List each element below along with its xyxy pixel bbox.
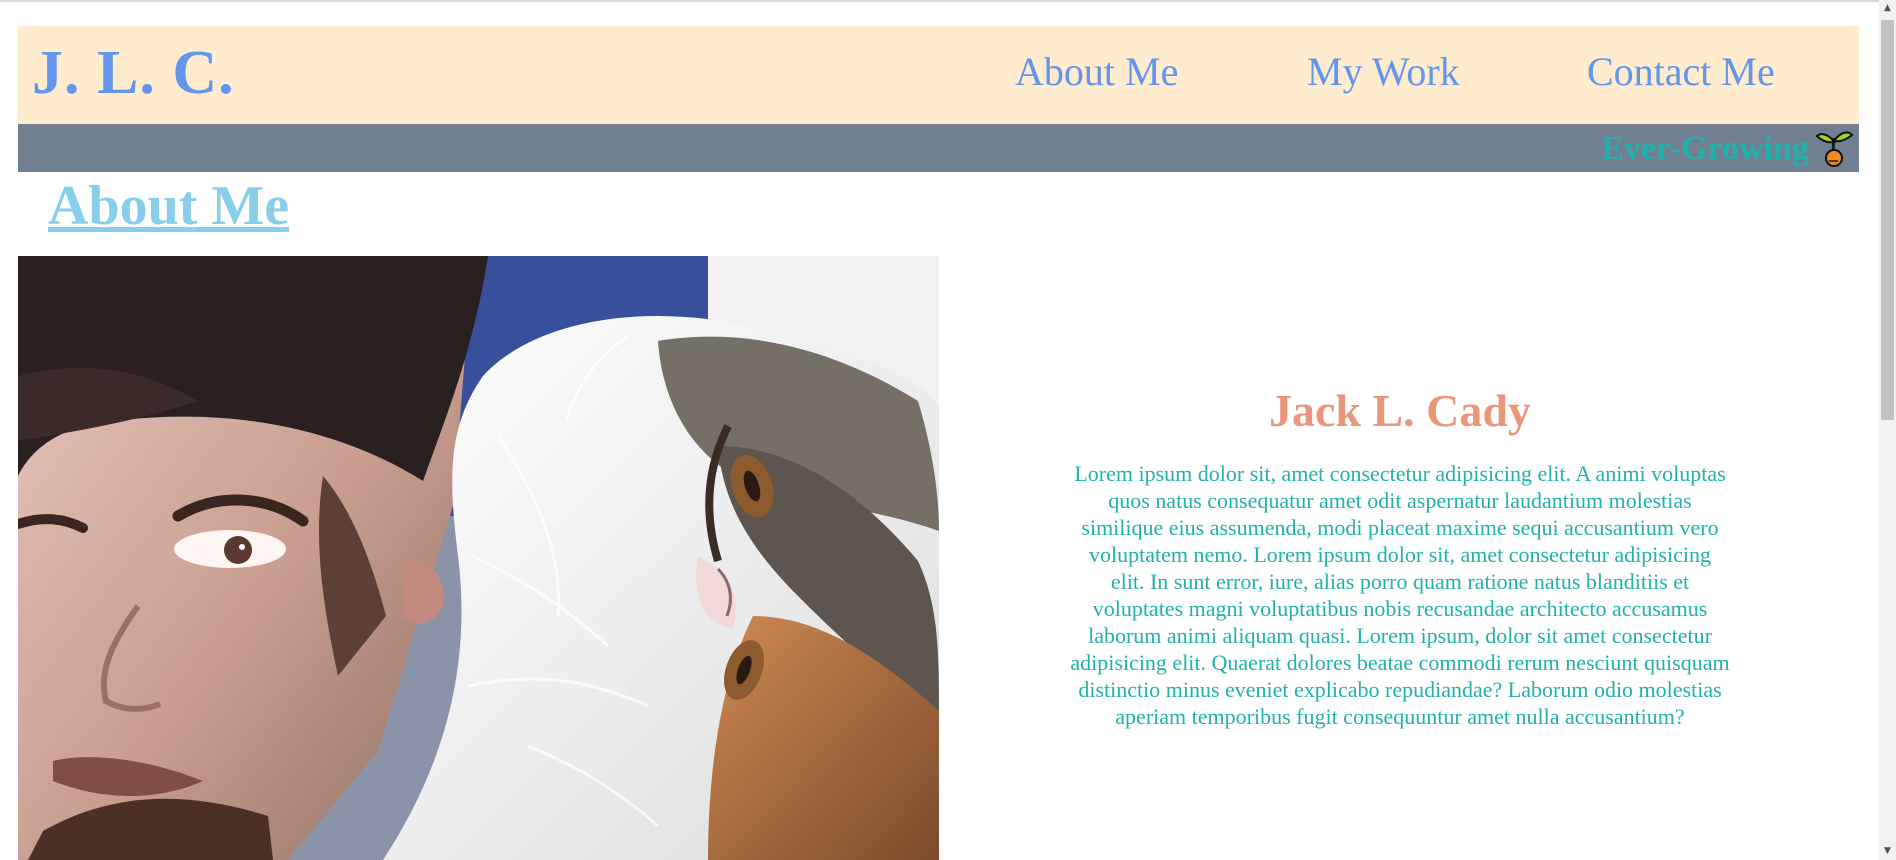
brand-logo[interactable]: J. L. C. <box>32 42 235 104</box>
bio-block: Jack L. Cady Lorem ipsum dolor sit, amet… <box>1070 388 1730 730</box>
bio-text: Lorem ipsum dolor sit, amet consectetur … <box>1070 461 1730 729</box>
profile-photo <box>18 256 939 860</box>
vertical-scrollbar[interactable]: ▲ ▼ <box>1879 0 1896 860</box>
scroll-up-icon[interactable]: ▲ <box>1879 0 1896 17</box>
nav-about-me[interactable]: About Me <box>1015 52 1178 92</box>
bio-name: Jack L. Cady <box>1269 385 1531 436</box>
nav-contact-me[interactable]: Contact Me <box>1587 52 1775 92</box>
nav-my-work[interactable]: My Work <box>1307 52 1460 92</box>
about-me-heading: About Me <box>48 175 290 237</box>
tagline-text: Ever-Growing <box>1601 130 1809 167</box>
scroll-down-icon[interactable]: ▼ <box>1879 843 1896 860</box>
site-header: J. L. C. About Me My Work Contact Me <box>18 26 1859 124</box>
page: J. L. C. About Me My Work Contact Me Eve… <box>0 0 1896 860</box>
top-border <box>0 0 1896 2</box>
scroll-thumb[interactable] <box>1881 20 1894 420</box>
sprout-icon <box>1813 128 1855 170</box>
tagline-bar: Ever-Growing <box>18 124 1859 172</box>
